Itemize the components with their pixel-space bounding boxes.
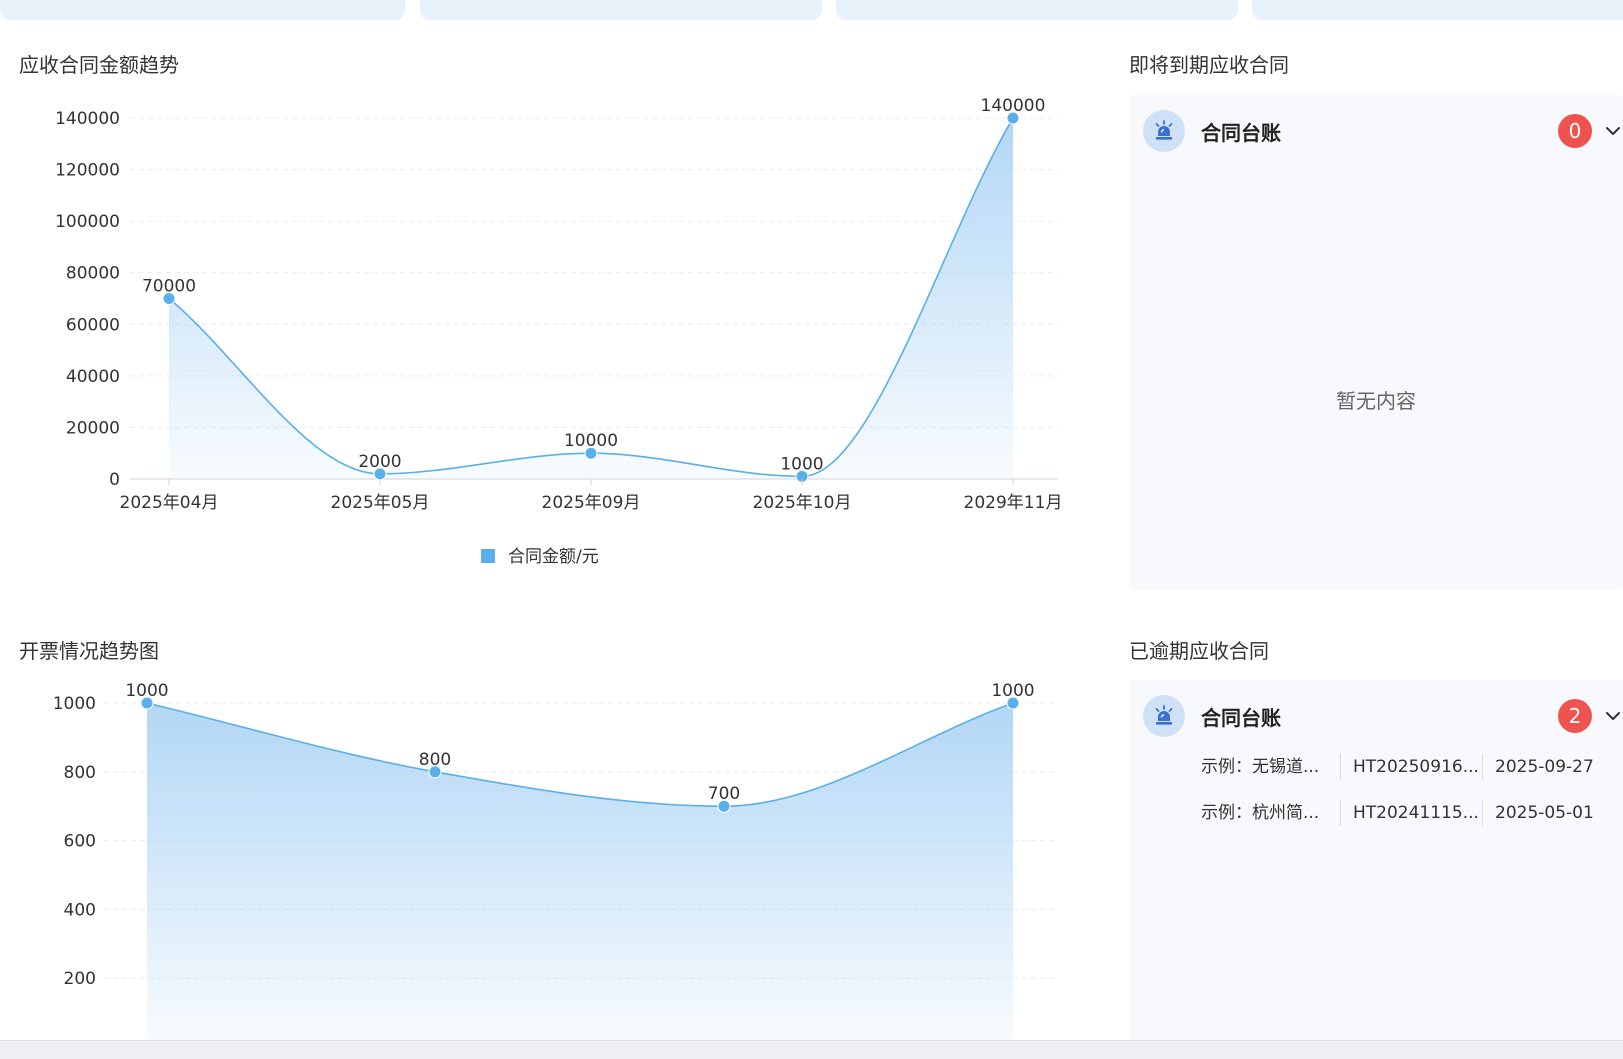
y-tick-label: 0 bbox=[109, 470, 120, 490]
x-tick-label: 2025年05月 bbox=[331, 493, 430, 513]
y-tick-label: 400 bbox=[64, 900, 96, 920]
y-tick-label: 100000 bbox=[55, 212, 120, 232]
summary-card[interactable] bbox=[420, 0, 822, 20]
data-label: 800 bbox=[419, 750, 451, 770]
overdue-title: 已逾期应收合同 bbox=[1129, 639, 1269, 663]
data-label: 2000 bbox=[358, 452, 401, 472]
contract-name: 示例：杭州简... bbox=[1201, 803, 1320, 823]
summary-card[interactable] bbox=[1252, 0, 1623, 20]
legend-label[interactable]: 合同金额/元 bbox=[508, 547, 599, 567]
contract-code: HT20250916... bbox=[1353, 757, 1479, 777]
receivable-trend-title: 应收合同金额趋势 bbox=[19, 53, 179, 77]
horizontal-scrollbar[interactable] bbox=[0, 1040, 1623, 1059]
contract-date: 2025-09-27 bbox=[1495, 757, 1594, 777]
column-divider bbox=[1482, 800, 1483, 826]
data-label: 10000 bbox=[564, 431, 618, 451]
x-tick-label: 2029年11月 bbox=[964, 493, 1063, 513]
invoice-trend-title: 开票情况趋势图 bbox=[19, 639, 159, 663]
summary-card[interactable] bbox=[0, 0, 405, 20]
data-label: 1000 bbox=[125, 681, 168, 701]
data-label: 140000 bbox=[981, 96, 1046, 116]
overdue-panel-header[interactable]: 合同台账 2 bbox=[1129, 680, 1623, 752]
invoice-trend-chart: 200 400 600 800 1000 1000 800 700 1000 bbox=[53, 681, 1058, 1040]
overdue-count-badge: 2 bbox=[1558, 699, 1592, 733]
alarm-icon bbox=[1143, 110, 1185, 152]
column-divider bbox=[1340, 754, 1341, 780]
y-tick-label: 200 bbox=[64, 969, 96, 989]
x-tick-label: 2025年10月 bbox=[753, 493, 852, 513]
data-label: 1000 bbox=[780, 454, 823, 474]
data-label: 70000 bbox=[142, 277, 196, 297]
y-tick-label: 80000 bbox=[66, 264, 120, 284]
y-tick-label: 40000 bbox=[66, 367, 120, 387]
series-area bbox=[169, 118, 1013, 479]
receivable-trend-chart: 0 20000 40000 60000 80000 100000 120000 140000 7… bbox=[55, 96, 1063, 567]
overdue-panel-label: 合同台账 bbox=[1201, 706, 1281, 730]
y-tick-label: 140000 bbox=[55, 109, 120, 129]
summary-card[interactable] bbox=[836, 0, 1238, 20]
data-label: 700 bbox=[708, 784, 740, 804]
legend-swatch[interactable] bbox=[481, 549, 495, 563]
upcoming-title: 即将到期应收合同 bbox=[1129, 53, 1289, 77]
data-label: 1000 bbox=[991, 681, 1034, 701]
contract-code: HT20241115... bbox=[1353, 803, 1479, 823]
y-tick-label: 120000 bbox=[55, 161, 120, 181]
chevron-down-icon[interactable] bbox=[1603, 706, 1623, 726]
upcoming-panel: 合同台账 0 暂无内容 bbox=[1129, 95, 1623, 589]
x-tick-label: 2025年04月 bbox=[120, 493, 219, 513]
upcoming-panel-header[interactable]: 合同台账 0 bbox=[1129, 95, 1623, 167]
upcoming-panel-label: 合同台账 bbox=[1201, 121, 1281, 145]
column-divider bbox=[1340, 800, 1341, 826]
x-tick-label: 2025年09月 bbox=[542, 493, 641, 513]
y-tick-label: 20000 bbox=[66, 418, 120, 438]
chevron-down-icon[interactable] bbox=[1603, 121, 1623, 141]
column-divider bbox=[1482, 754, 1483, 780]
y-tick-label: 800 bbox=[64, 763, 96, 783]
y-tick-label: 1000 bbox=[53, 694, 96, 714]
y-tick-label: 60000 bbox=[66, 315, 120, 335]
empty-state-text: 暂无内容 bbox=[1336, 389, 1416, 413]
series-area bbox=[147, 703, 1013, 1040]
upcoming-count-badge: 0 bbox=[1558, 114, 1592, 148]
top-summary-cards bbox=[0, 0, 1623, 20]
contract-name: 示例：无锡道... bbox=[1201, 757, 1320, 777]
y-tick-label: 600 bbox=[64, 832, 96, 852]
alarm-icon bbox=[1143, 695, 1185, 737]
contract-date: 2025-05-01 bbox=[1495, 803, 1594, 823]
overdue-panel: 合同台账 2 示例：无锡道... HT20250916... 2025-09-2… bbox=[1129, 680, 1623, 1040]
